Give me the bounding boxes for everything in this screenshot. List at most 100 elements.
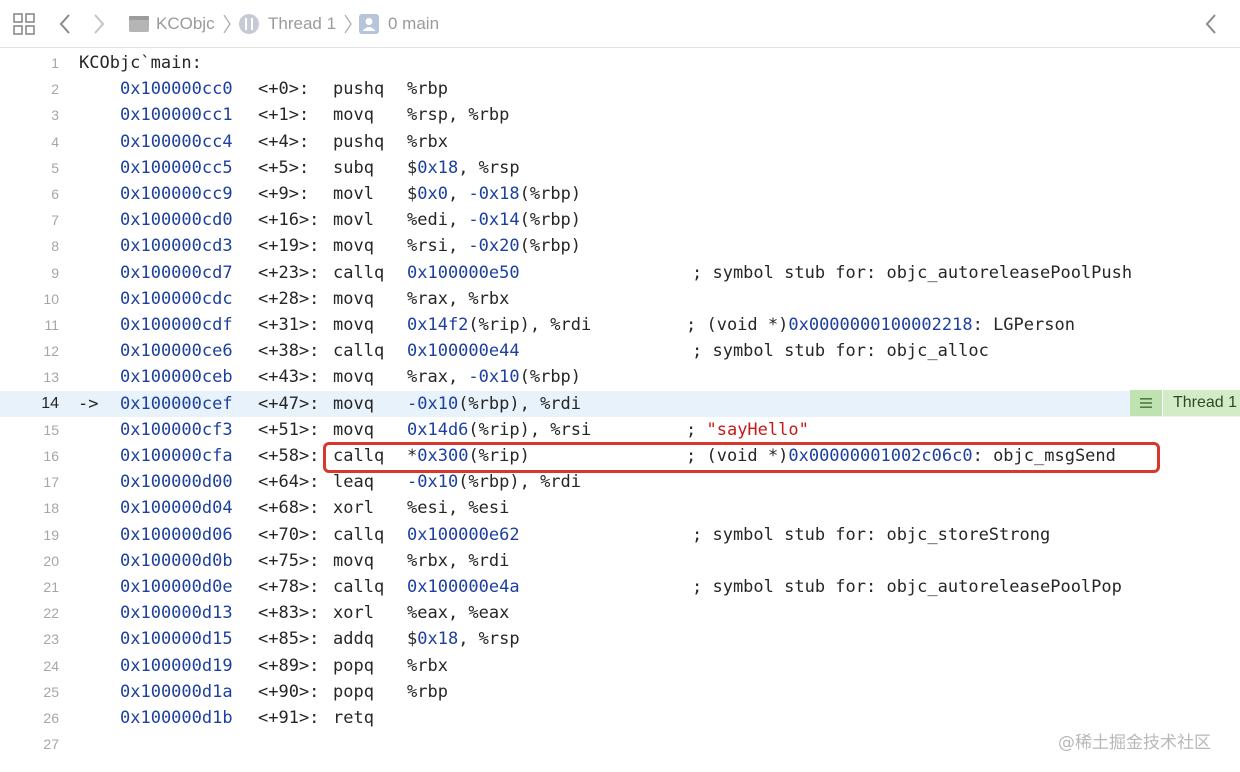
forward-chevron-icon[interactable] (92, 0, 106, 48)
breadcrumb-frame[interactable]: 0 main (358, 0, 439, 48)
line-number: 16 (43, 448, 59, 464)
instruction-address: 0x100000d00 (120, 472, 233, 493)
code-line[interactable]: 9 0x100000cd7 <+23>: callq 0x100000e50 ; symb… (0, 260, 1240, 286)
instruction-operands: $0x0, -0x18(%rbp) (407, 181, 581, 207)
code-line[interactable]: 27 (0, 731, 1240, 757)
numeric-token: 0x0000000100002218 (788, 315, 973, 335)
thread-indicator-badge[interactable]: Thread 1 (1130, 390, 1240, 416)
breadcrumb-thread[interactable]: Thread 1 (238, 0, 336, 48)
code-line[interactable]: 23 0x100000d15 <+85>: addq $0x18, %rsp (0, 626, 1240, 652)
code-line[interactable]: 5 0x100000cc5 <+5>: subq $0x18, %rsp (0, 155, 1240, 181)
text-token: : LGPerson (972, 315, 1075, 335)
text-token: (%rbp) (519, 236, 582, 257)
code-line[interactable]: 7 0x100000cd0 <+16>: movl %edi, -0x14(%rbp) (0, 207, 1240, 233)
instruction-comment: ; symbol stub for: objc_autoreleasePoolP… (692, 260, 1132, 286)
code-line[interactable]: 10 0x100000cdc <+28>: movq %rax, %rbx (0, 286, 1240, 312)
breadcrumb-separator-icon (344, 14, 352, 34)
instruction-mnemonic: callq (333, 524, 385, 545)
code-line[interactable]: 25 0x100000d1a <+90>: popq %rbp (0, 679, 1240, 705)
instruction-offset: <+5>: (258, 157, 310, 178)
breadcrumb-frame-label: 0 main (388, 14, 440, 33)
code-line[interactable]: 21 0x100000d0e <+78>: callq 0x100000e4a ; sym… (0, 574, 1240, 600)
jump-bar: KCObjc Thread 1 0 main (0, 0, 1240, 48)
breadcrumb-project[interactable]: KCObjc (128, 0, 215, 48)
numeric-token: -0x20 (468, 236, 520, 257)
instruction-address: 0x100000d19 (120, 655, 233, 676)
back-chevron-icon[interactable] (58, 0, 72, 48)
code-line[interactable]: 2 0x100000cc0 <+0>: pushq %rbp (0, 76, 1240, 102)
text-token: , (447, 184, 469, 204)
instruction-address: 0x100000cc0 (120, 79, 233, 100)
text-token: (%rbp), %rdi (458, 472, 582, 493)
code-line[interactable]: 4 0x100000cc4 <+4>: pushq %rbx (0, 129, 1240, 155)
text-token: %eax, %eax (407, 603, 510, 624)
instruction-offset: <+0>: (258, 79, 310, 100)
instruction-mnemonic: movq (333, 236, 374, 257)
code-line[interactable]: 15 0x100000cf3 <+51>: movq 0x14d6(%rip), %rs… (0, 417, 1240, 443)
code-line[interactable]: 12 0x100000ce6 <+38>: callq 0x100000e44 ; sym… (0, 338, 1240, 364)
code-line[interactable]: 17 0x100000d00 <+64>: leaq -0x10(%rbp), %rdi (0, 469, 1240, 495)
numeric-token: 0x100000e50 (407, 262, 520, 283)
code-line[interactable]: 11 0x100000cdf <+31>: movq 0x14f2(%rip), %rd… (0, 312, 1240, 338)
numeric-token: 0x18 (417, 157, 459, 178)
text-token: %rbx (407, 131, 448, 152)
instruction-operands: %rax, %rbx (407, 286, 509, 312)
line-number: 23 (43, 631, 59, 648)
text-token: %rax, (407, 367, 469, 388)
line-number: 12 (43, 343, 59, 360)
instruction-comment: ; (void *)0x0000000100002218: LGPerson (686, 312, 1075, 338)
code-line[interactable]: 3 0x100000cc1 <+1>: movq %rsp, %rbp (0, 102, 1240, 128)
breadcrumb-thread-label: Thread 1 (268, 14, 337, 33)
instruction-mnemonic: movl (333, 210, 374, 231)
instruction-offset: <+91>: (258, 708, 320, 728)
related-items-grid-icon[interactable] (12, 0, 36, 48)
code-line[interactable]: 6 0x100000cc9 <+9>: movl $0x0, -0x18(%rbp) (0, 181, 1240, 207)
previous-issue-chevron-icon[interactable] (1204, 0, 1218, 48)
instruction-offset: <+90>: (258, 681, 320, 702)
text-token: ; (686, 419, 707, 440)
instruction-operands: -0x10(%rbp), %rdi (407, 469, 581, 495)
instruction-operands: %edi, -0x14(%rbp) (407, 207, 581, 233)
instruction-mnemonic: pushq (333, 79, 385, 100)
code-line[interactable]: 1 KCObjc`main: (0, 50, 1240, 76)
instruction-address: 0x100000d13 (120, 603, 233, 624)
instruction-mnemonic: callq (333, 262, 385, 283)
instruction-offset: <+58>: (258, 446, 320, 466)
code-line[interactable]: 19 0x100000d06 <+70>: callq 0x100000e62 ; sym… (0, 522, 1240, 548)
instruction-address: 0x100000cd3 (120, 236, 233, 257)
line-number: 22 (43, 605, 59, 622)
numeric-token: 0x100000e62 (407, 524, 520, 545)
instruction-offset: <+1>: (258, 105, 310, 126)
stack-frame-user-icon (359, 14, 379, 34)
instruction-address: 0x100000cd7 (120, 262, 233, 283)
code-line[interactable]: 13 0x100000ceb <+43>: movq %rax, -0x10(%rbp) (0, 364, 1240, 390)
instruction-mnemonic: movl (333, 184, 374, 204)
line-number: 9 (51, 264, 59, 281)
code-line[interactable]: 8 0x100000cd3 <+19>: movq %rsi, -0x20(%rbp) (0, 233, 1240, 259)
disassembly-editor[interactable]: 1 KCObjc`main: 2 0x100000cc0 <+0>: pushq %rbp 3… (0, 48, 1240, 772)
numeric-token: -0x14 (468, 210, 520, 231)
code-line[interactable]: 22 0x100000d13 <+83>: xorl %eax, %eax (0, 600, 1240, 626)
thread-badge-label: Thread 1 (1173, 394, 1238, 411)
numeric-token: -0x18 (468, 184, 520, 204)
instruction-operands: %rbx, %rdi (407, 548, 509, 574)
code-line[interactable]: 24 0x100000d19 <+89>: popq %rbx (0, 653, 1240, 679)
instruction-comment: ; symbol stub for: objc_alloc (692, 338, 989, 364)
instruction-address: 0x100000d0b (120, 550, 233, 571)
instruction-address: 0x100000d0e (120, 577, 233, 597)
instruction-operands: 0x100000e4a (407, 574, 520, 600)
code-line-current[interactable]: 14 -> 0x100000cef <+47>: movq -0x10(%rbp), %r… (0, 390, 1240, 417)
numeric-token: 0x100000e4a (407, 577, 520, 597)
line-number: 18 (43, 500, 59, 517)
code-line[interactable]: 26 0x100000d1b <+91>: retq (0, 705, 1240, 731)
instruction-address: 0x100000cef (120, 393, 233, 414)
instruction-address: 0x100000d1a (120, 681, 233, 702)
instruction-mnemonic: movq (333, 419, 374, 440)
code-line[interactable]: 18 0x100000d04 <+68>: xorl %esi, %esi (0, 495, 1240, 521)
code-line[interactable]: 20 0x100000d0b <+75>: movq %rbx, %rdi (0, 548, 1240, 574)
string-token: "sayHello" (706, 419, 809, 440)
line-number: 13 (43, 369, 59, 386)
text-token: $ (407, 629, 418, 650)
numeric-token: -0x10 (407, 393, 459, 414)
line-number: 11 (44, 317, 59, 333)
